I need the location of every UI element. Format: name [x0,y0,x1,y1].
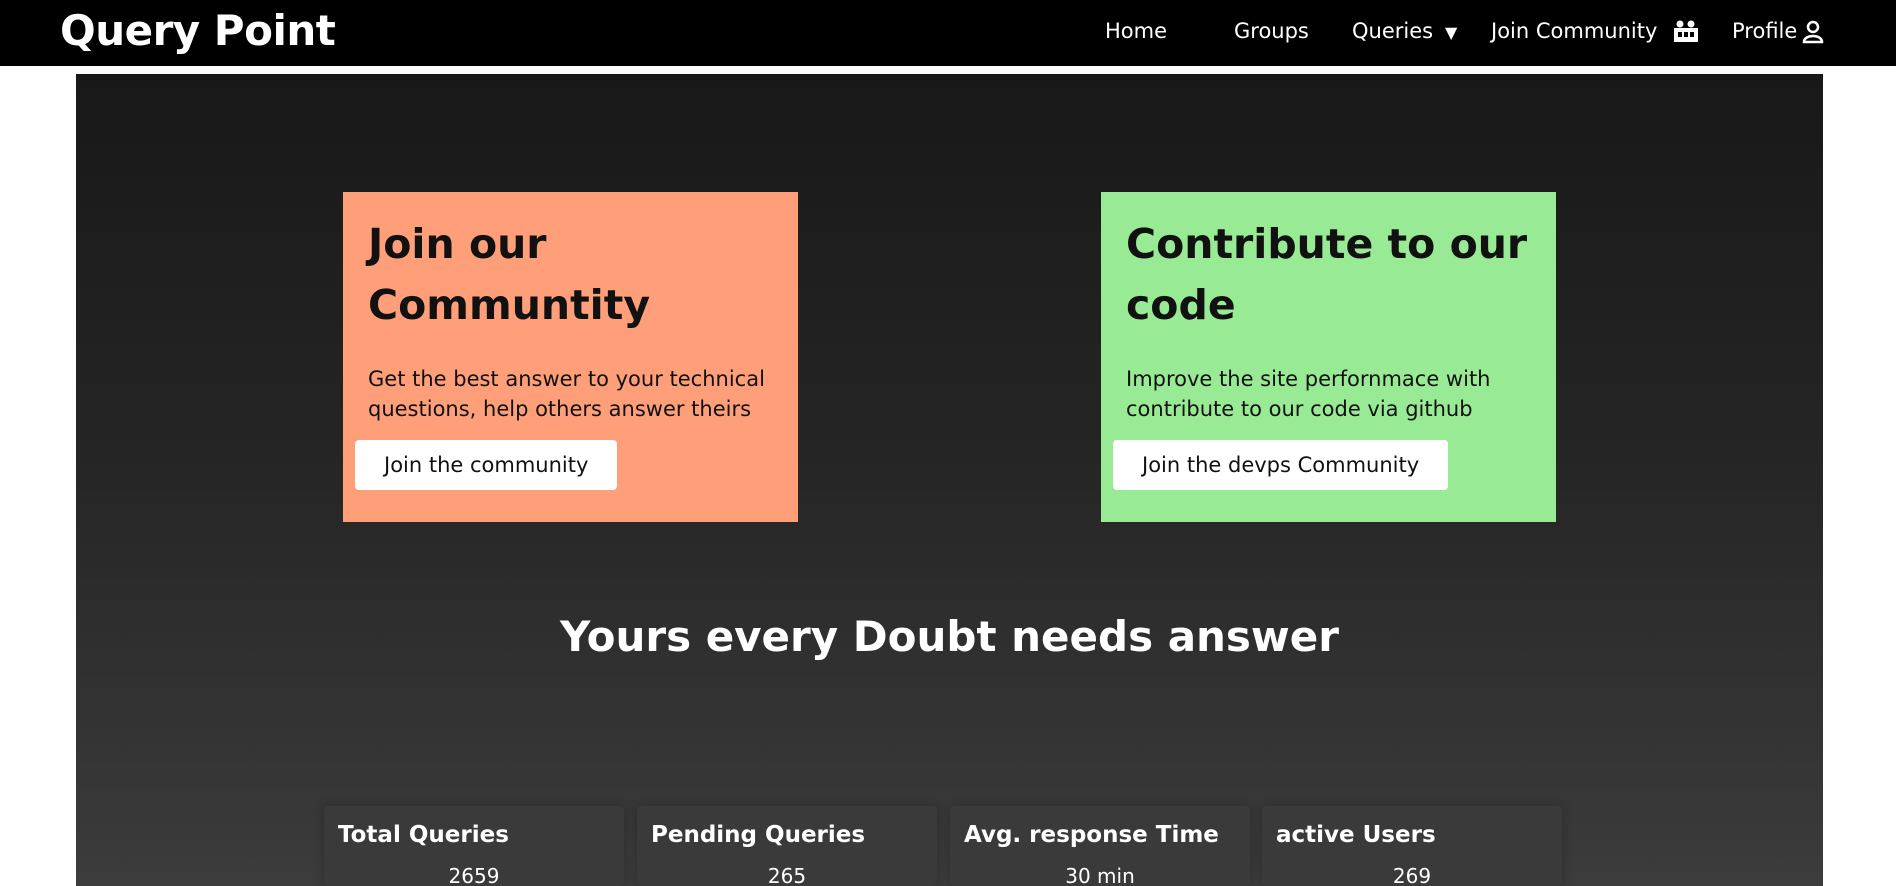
card-title: Contribute to our code [1126,214,1531,336]
nav-home-link[interactable]: Home [1105,19,1167,43]
nav-profile-link[interactable]: Profile [1732,19,1797,43]
nav-groups-link[interactable]: Groups [1234,19,1309,43]
card-description: Improve the site perfornmace with contri… [1126,364,1531,424]
stat-card-avg-response-time: Avg. response Time 30 min [950,806,1250,886]
card-text-line: contribute to our code via github [1126,397,1473,421]
card-title: Join our Communtity [368,214,773,336]
card-title-line: Join our [368,220,547,268]
stat-card-total-queries: Total Queries 2659 [324,806,624,886]
card-description: Get the best answer to your technical qu… [368,364,773,424]
stat-value: 269 [1392,864,1432,886]
stat-value: 2659 [448,864,500,886]
join-community-button[interactable]: Join the community [355,440,618,490]
stat-value: 30 min [1065,864,1135,886]
user-icon[interactable] [1802,20,1824,49]
card-title-line: Contribute to our [1126,220,1528,268]
stat-card-pending-queries: Pending Queries 265 [637,806,937,886]
card-text-line: questions, help others answer theirs [368,397,752,421]
join-community-card: Join our Communtity Get the best answer … [343,192,798,522]
card-title-line: code [1126,281,1236,329]
card-title-line: Communtity [368,281,651,329]
nav-join-community-link[interactable]: Join Community [1491,19,1657,43]
page-headline: Yours every Doubt needs answer [560,612,1339,661]
contribute-code-card: Contribute to our code Improve the site … [1101,192,1556,522]
stat-label: Total Queries [338,822,509,848]
card-text-line: Get the best answer to your technical [368,367,765,391]
caret-down-icon[interactable]: ▼ [1445,23,1457,42]
community-icon[interactable] [1673,19,1699,48]
navbar: Query Point Home Groups Queries ▼ Join C… [0,0,1896,66]
main-content: Join our Communtity Get the best answer … [76,74,1823,886]
nav-links: Home Groups Queries ▼ Join Community Pro… [0,19,1896,49]
stat-value: 265 [767,864,807,886]
stat-card-active-users: active Users 269 [1262,806,1562,886]
stats-row: Total Queries 2659 Pending Queries 265 A… [324,806,1574,886]
stat-label: active Users [1276,822,1436,848]
card-text-line: Improve the site perfornmace with [1126,367,1491,391]
stat-label: Avg. response Time [964,822,1219,848]
nav-queries-link[interactable]: Queries [1352,19,1433,43]
stat-label: Pending Queries [651,822,866,848]
join-devops-community-button[interactable]: Join the devps Community [1113,440,1449,490]
